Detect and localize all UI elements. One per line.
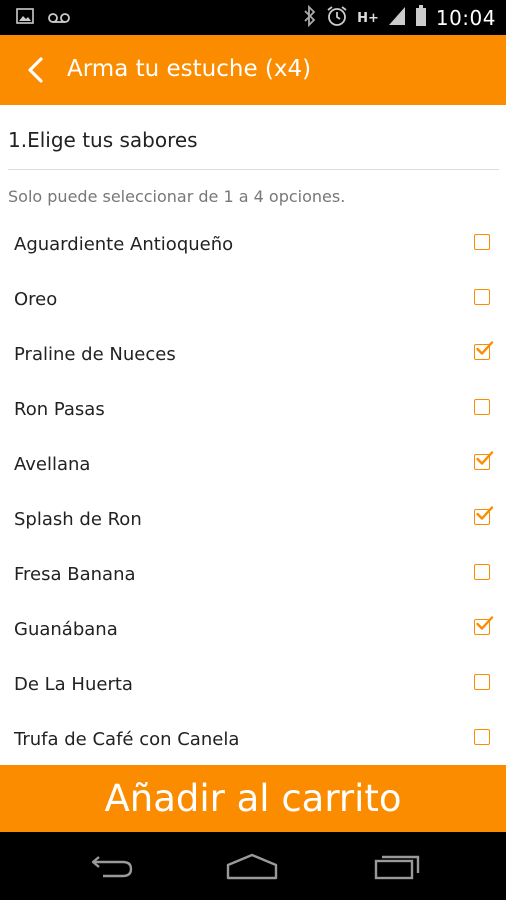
clock: 10:04 [435,6,496,30]
gallery-icon [16,8,34,28]
home-icon [226,853,278,880]
page-title: Arma tu estuche (x4) [67,56,312,82]
flavor-label: Aguardiente Antioqueño [14,234,234,255]
flavor-list: Aguardiente Antioqueño Oreo Praline de N… [0,217,506,767]
checkmark-icon [476,506,494,520]
checkbox[interactable] [474,341,494,360]
nav-bar [0,832,506,900]
signal-icon [388,6,406,30]
flavor-label: Oreo [14,289,58,310]
nav-recents-button[interactable] [366,846,426,886]
recents-icon [374,855,420,880]
bluetooth-icon [303,4,317,31]
flavor-option[interactable]: Avellana [0,437,506,492]
flavor-label: Ron Pasas [14,399,105,420]
back-icon [91,856,133,878]
alarm-icon [326,5,348,31]
checkbox[interactable] [474,451,494,470]
flavor-label: Fresa Banana [14,564,136,585]
flavor-label: Avellana [14,454,91,475]
flavor-option[interactable]: Splash de Ron [0,492,506,547]
checkbox[interactable] [474,674,490,690]
app-bar: Arma tu estuche (x4) [0,35,506,105]
network-type: H+ [357,10,379,26]
flavor-option[interactable]: Oreo [0,272,506,327]
status-bar: H+ 10:04 [0,0,506,35]
divider [8,169,499,170]
selection-hint: Solo puede seleccionar de 1 a 4 opciones… [8,187,346,206]
flavor-option[interactable]: Aguardiente Antioqueño [0,217,506,272]
checkmark-icon [476,616,494,630]
nav-home-button[interactable] [222,846,282,886]
checkbox[interactable] [474,399,490,415]
flavor-label: Trufa de Café con Canela [14,729,240,750]
flavor-option[interactable]: Ron Pasas [0,382,506,437]
checkmark-icon [476,451,494,465]
checkbox[interactable] [474,234,490,250]
add-to-cart-button[interactable]: Añadir al carrito [0,765,506,832]
flavor-label: Guanábana [14,619,118,640]
nav-back-button[interactable] [82,846,142,886]
flavor-option[interactable]: Trufa de Café con Canela [0,712,506,767]
flavor-label: Splash de Ron [14,509,142,530]
chevron-left-icon [28,57,43,83]
checkbox[interactable] [474,564,490,580]
checkbox[interactable] [474,616,494,635]
checkbox[interactable] [474,289,490,305]
flavor-label: De La Huerta [14,674,133,695]
flavor-option[interactable]: Praline de Nueces [0,327,506,382]
checkbox[interactable] [474,506,494,525]
flavor-option[interactable]: De La Huerta [0,657,506,712]
flavor-option[interactable]: Fresa Banana [0,547,506,602]
flavor-option[interactable]: Guanábana [0,602,506,657]
voicemail-icon [48,9,70,28]
back-button[interactable] [18,52,52,88]
checkbox[interactable] [474,729,490,745]
flavor-label: Praline de Nueces [14,344,176,365]
section-title: 1.Elige tus sabores [8,128,198,152]
battery-icon [415,5,427,31]
checkmark-icon [476,341,494,355]
